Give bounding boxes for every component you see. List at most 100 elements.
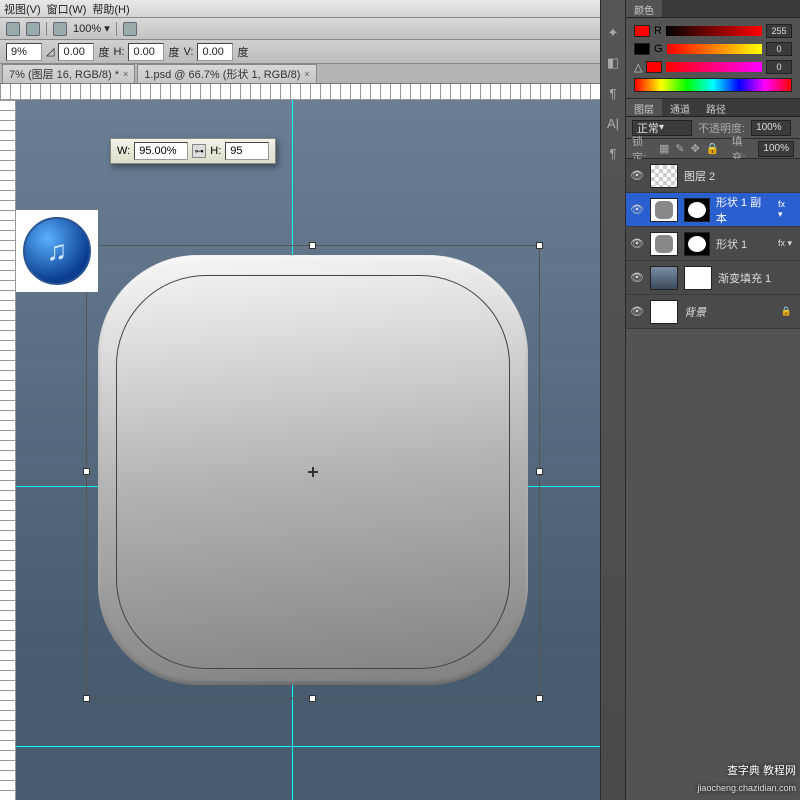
v-field[interactable]: 0.00 <box>197 43 233 61</box>
transform-center-icon[interactable] <box>308 467 318 477</box>
guide-horizontal[interactable] <box>16 746 600 747</box>
close-icon[interactable]: × <box>123 69 128 79</box>
tab-color[interactable]: 颜色 <box>626 0 662 17</box>
layer-name[interactable]: 图层 2 <box>684 168 715 184</box>
width-field[interactable]: 95.00% <box>134 142 188 160</box>
b-value[interactable]: 0 <box>766 60 792 74</box>
fx-indicator[interactable]: fx ▾ <box>778 238 796 249</box>
menu-help[interactable]: 帮助(H) <box>92 1 129 17</box>
character-icon[interactable]: A| <box>604 114 622 132</box>
layer-row[interactable]: 👁 渐变填充 1 <box>626 261 800 295</box>
foreground-swatch[interactable] <box>634 25 650 37</box>
angle-icon: ◿ <box>46 45 54 58</box>
warn-swatch[interactable] <box>646 61 662 73</box>
layer-row[interactable]: 👁 图层 2 <box>626 159 800 193</box>
w-label: W: <box>117 145 130 157</box>
layer-thumb <box>650 164 678 188</box>
visibility-icon[interactable]: 👁 <box>630 271 644 285</box>
link-icon[interactable]: ⊶ <box>192 144 206 158</box>
lock-paint-icon[interactable]: ✎ <box>675 142 684 155</box>
transform-handle[interactable] <box>309 695 316 702</box>
opacity-field[interactable]: 100% <box>751 120 791 136</box>
collapsed-panel-strip: ✦ ◧ ¶ A| ¶ <box>600 0 626 800</box>
right-panels: ✦ ◧ ¶ A| ¶ 颜色 R 255 G 0 △ <box>600 0 800 800</box>
brush-icon[interactable]: ✦ <box>604 24 622 42</box>
layer-thumb <box>650 198 678 222</box>
doc-tab[interactable]: 7% (图层 16, RGB/8) *× <box>2 64 135 83</box>
pct-field[interactable]: 9% <box>6 43 42 61</box>
tool-icon[interactable] <box>6 22 20 36</box>
tab-paths[interactable]: 路径 <box>698 99 734 116</box>
lock-all-icon[interactable]: 🔒 <box>706 142 720 155</box>
r-slider[interactable] <box>666 26 762 36</box>
tool-icon[interactable] <box>26 22 40 36</box>
watermark: 查字典 教程网 jiaocheng.chazidian.com <box>697 765 796 796</box>
spectrum-ramp[interactable] <box>634 78 792 92</box>
angle-unit: 度 <box>98 44 109 60</box>
fill-field[interactable]: 100% <box>758 141 794 157</box>
music-icon: ♫ <box>23 217 91 285</box>
height-field[interactable]: 95 <box>225 142 269 160</box>
degree-label: 度 <box>237 44 248 60</box>
close-icon[interactable]: × <box>304 69 309 79</box>
h-label: H: <box>113 46 124 58</box>
g-value[interactable]: 0 <box>766 42 792 56</box>
layer-name[interactable]: 形状 1 副本 <box>716 194 772 226</box>
layer-mask[interactable] <box>684 232 710 256</box>
transform-handle[interactable] <box>83 695 90 702</box>
angle-field[interactable]: 0.00 <box>58 43 94 61</box>
layer-name[interactable]: 渐变填充 1 <box>718 270 771 286</box>
visibility-icon[interactable]: 👁 <box>630 169 644 183</box>
degree-label: 度 <box>168 44 179 60</box>
paragraph2-icon[interactable]: ¶ <box>604 144 622 162</box>
layer-thumb <box>650 300 678 324</box>
transform-handle[interactable] <box>536 242 543 249</box>
b-slider[interactable] <box>666 62 762 72</box>
layer-thumb <box>650 266 678 290</box>
transform-handle[interactable] <box>83 468 90 475</box>
r-label: R <box>654 25 662 37</box>
swatches-icon[interactable]: ◧ <box>604 54 622 72</box>
menu-view[interactable]: 视图(V) <box>4 1 41 17</box>
layer-name[interactable]: 形状 1 <box>716 236 747 252</box>
layer-thumb <box>650 232 678 256</box>
transform-bounding-box[interactable] <box>86 245 540 699</box>
v-label: V: <box>183 46 193 58</box>
visibility-icon[interactable]: 👁 <box>630 203 644 217</box>
layer-mask[interactable] <box>684 266 712 290</box>
g-slider[interactable] <box>667 44 762 54</box>
tool-icon[interactable] <box>53 22 67 36</box>
lock-icon: 🔒 <box>781 306 796 317</box>
tab-layers[interactable]: 图层 <box>626 99 662 116</box>
layer-row[interactable]: 👁 背景 🔒 <box>626 295 800 329</box>
r-value[interactable]: 255 <box>766 24 792 38</box>
tab-channels[interactable]: 通道 <box>662 99 698 116</box>
color-panel: R 255 G 0 △ 0 <box>626 18 800 99</box>
lock-move-icon[interactable]: ✥ <box>691 142 700 155</box>
lock-pixels-icon[interactable]: ▦ <box>659 142 669 155</box>
menu-window[interactable]: 窗口(W) <box>47 1 87 17</box>
layer-name[interactable]: 背景 <box>684 304 706 320</box>
layer-row[interactable]: 👁 形状 1 副本 fx ▾ <box>626 193 800 227</box>
transform-handle[interactable] <box>309 242 316 249</box>
color-panel-tabs: 颜色 <box>626 0 800 18</box>
warn-icon[interactable]: △ <box>634 61 642 74</box>
h-field[interactable]: 0.00 <box>128 43 164 61</box>
fx-indicator[interactable]: fx ▾ <box>778 199 796 220</box>
transform-handle[interactable] <box>536 468 543 475</box>
paragraph-icon[interactable]: ¶ <box>604 84 622 102</box>
background-swatch[interactable] <box>634 43 650 55</box>
transform-handle[interactable] <box>536 695 543 702</box>
canvas[interactable]: ♫ <box>16 100 600 800</box>
layers-lock-row: 锁定: ▦ ✎ ✥ 🔒 填充: 100% <box>626 139 800 159</box>
layer-mask[interactable] <box>684 198 710 222</box>
panel-stack: 颜色 R 255 G 0 △ 0 <box>626 0 800 800</box>
visibility-icon[interactable]: 👁 <box>630 237 644 251</box>
g-label: G <box>654 43 663 55</box>
reference-image: ♫ <box>16 210 98 292</box>
tool-icon[interactable] <box>123 22 137 36</box>
ruler-vertical[interactable] <box>0 100 16 800</box>
visibility-icon[interactable]: 👁 <box>630 305 644 319</box>
layer-row[interactable]: 👁 形状 1 fx ▾ <box>626 227 800 261</box>
doc-tab[interactable]: 1.psd @ 66.7% (形状 1, RGB/8)× <box>137 64 316 83</box>
